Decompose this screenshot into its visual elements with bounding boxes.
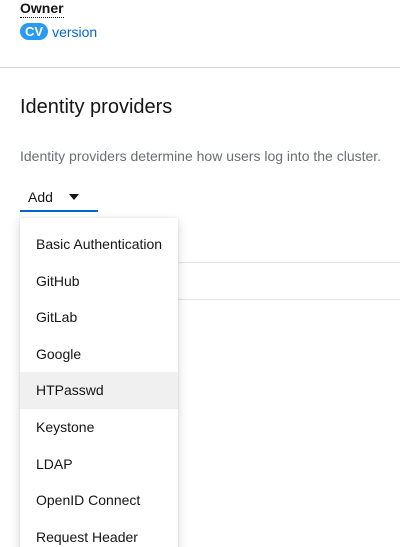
add-label: Add (28, 189, 53, 205)
menu-item-github[interactable]: GitHub (20, 263, 178, 300)
menu-item-openid-connect[interactable]: OpenID Connect (20, 482, 178, 519)
table-divider (178, 299, 400, 300)
caret-down-icon (68, 194, 79, 200)
menu-item-basic-authentication[interactable]: Basic Authentication (20, 226, 178, 263)
cv-badge: CV (20, 23, 49, 40)
add-dropdown-menu: Basic Authentication GitHub GitLab Googl… (20, 218, 178, 547)
owner-label: Owner (20, 0, 64, 18)
section-description: Identity providers determine how users l… (20, 148, 382, 164)
menu-item-google[interactable]: Google (20, 336, 178, 373)
menu-item-gitlab[interactable]: GitLab (20, 299, 178, 336)
page: Owner CV version Identity providers Iden… (0, 0, 400, 547)
menu-item-request-header[interactable]: Request Header (20, 519, 178, 547)
menu-item-keystone[interactable]: Keystone (20, 409, 178, 446)
menu-item-htpasswd[interactable]: HTPasswd (20, 372, 178, 409)
owner-value: CV version (20, 23, 97, 40)
version-link[interactable]: version (52, 24, 97, 40)
section-title: Identity providers (20, 96, 173, 118)
section-divider (0, 67, 400, 68)
add-dropdown-toggle[interactable]: Add (20, 184, 98, 212)
table-divider (178, 262, 400, 263)
menu-item-ldap[interactable]: LDAP (20, 446, 178, 483)
